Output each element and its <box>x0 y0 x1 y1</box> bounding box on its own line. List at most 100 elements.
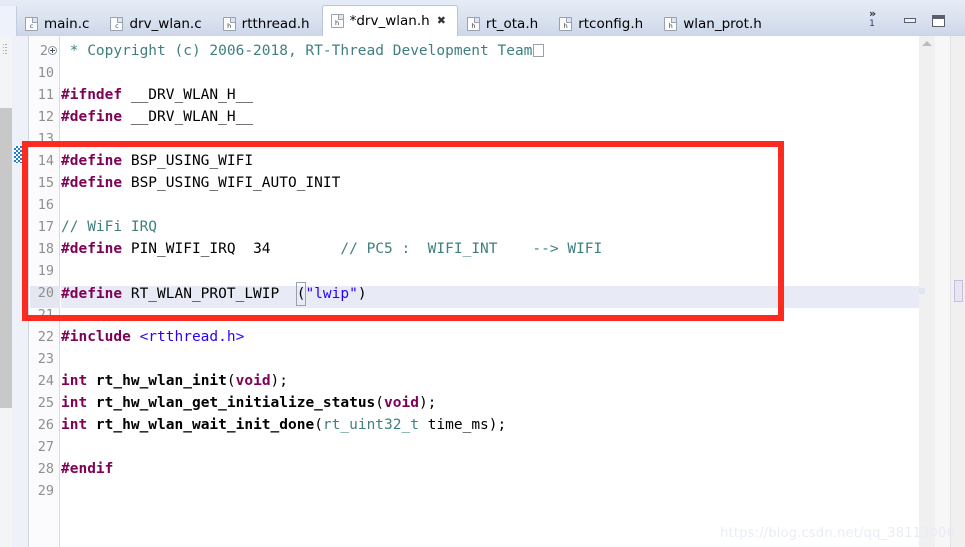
code-line-28[interactable]: #endif <box>61 458 113 480</box>
function-name-token: rt_hw_wlan_wait_init_done <box>87 417 315 433</box>
tab-main-c[interactable]: main.c <box>16 10 101 37</box>
paren-close-token: ); <box>418 395 437 411</box>
function-name-token: rt_hw_wlan_get_initialize_status <box>87 395 376 411</box>
tab-label: *drv_wlan.h <box>349 13 430 29</box>
collapsed-fold-icon[interactable] <box>533 44 545 57</box>
minimize-button[interactable] <box>903 14 919 28</box>
line-number: 13 <box>37 131 54 147</box>
comment-token: // PC5 : WIFI_INT --> WIFI <box>340 241 603 257</box>
line-number: 24 <box>37 373 54 389</box>
tab-drv-wlan-c[interactable]: drv_wlan.c <box>101 10 213 37</box>
preprocessor-token: #ifndef <box>61 87 123 103</box>
line-number: 26 <box>37 417 54 433</box>
preprocessor-token: #define <box>61 175 123 191</box>
comment-token: * Copyright (c) 2006-2018, RT-Thread Dev… <box>61 43 533 59</box>
macro-token: RT_WLAN_PROT_LWIP <box>122 286 297 302</box>
code-line-26[interactable]: int rt_hw_wlan_wait_init_done(rt_uint32_… <box>61 414 506 436</box>
code-line-15[interactable]: #define BSP_USING_WIFI_AUTO_INIT <box>61 172 340 194</box>
preprocessor-token: #endif <box>61 461 114 477</box>
scrollbar-outer-track[interactable] <box>950 36 965 547</box>
h-file-icon <box>559 17 573 31</box>
macro-token: __DRV_WLAN_H__ <box>122 87 254 103</box>
keyword-token: void <box>384 395 419 411</box>
paren-open-token: ( <box>314 417 323 433</box>
code-line-25[interactable]: int rt_hw_wlan_get_initialize_status(voi… <box>61 392 436 414</box>
tab-label: rtconfig.h <box>578 16 644 32</box>
tab-rtthread-h[interactable]: rtthread.h <box>214 10 322 37</box>
code-line-18[interactable]: #define PIN_WIFI_IRQ 34 // PC5 : WIFI_IN… <box>61 238 602 260</box>
preprocessor-token: #include <box>61 329 131 345</box>
line-number: 12 <box>37 109 54 125</box>
paren-open-token: ( <box>226 373 236 389</box>
h-file-icon <box>466 17 480 31</box>
line-number-gutter[interactable]: 2 10 11 12 13 14 15 16 17 18 19 20 21 22… <box>30 36 60 547</box>
watermark-text: https://blog.csdn.net/qq_38113006 <box>720 526 955 541</box>
code-area[interactable]: * Copyright (c) 2006-2018, RT-Thread Dev… <box>61 36 919 547</box>
line-number: 20 <box>37 285 54 301</box>
line-number: 10 <box>37 65 54 81</box>
number-token: 34 <box>253 241 271 257</box>
fold-expand-icon[interactable] <box>48 46 57 55</box>
overflow-count: 1 <box>869 19 875 29</box>
line-number: 29 <box>37 483 54 499</box>
code-line-11[interactable]: #ifndef __DRV_WLAN_H__ <box>61 84 253 106</box>
h-file-icon <box>222 17 236 31</box>
tab-overflow-chevron-icon[interactable]: » 1 <box>861 8 883 30</box>
drag-grip-icon[interactable] <box>3 42 8 56</box>
line-number: 11 <box>37 87 54 103</box>
code-line-24[interactable]: int rt_hw_wlan_init(void); <box>61 370 288 392</box>
function-name-token: rt_hw_wlan_init <box>87 373 227 389</box>
tab-rtconfig-h[interactable]: rtconfig.h <box>550 10 655 37</box>
view-scroll-track[interactable] <box>0 108 12 408</box>
c-file-icon <box>25 17 38 31</box>
tab-bar-left-edge <box>0 6 17 36</box>
overview-annotation-mark[interactable] <box>954 280 963 302</box>
code-line-14[interactable]: #define BSP_USING_WIFI <box>61 150 253 172</box>
line-number: 2 <box>39 43 48 59</box>
maximize-button[interactable] <box>931 14 947 28</box>
line-number: 21 <box>37 307 54 323</box>
changed-line-marker-icon <box>14 146 27 163</box>
line-number: 25 <box>37 395 54 411</box>
code-line-2[interactable]: * Copyright (c) 2006-2018, RT-Thread Dev… <box>61 40 545 62</box>
tab-drv-wlan-h-active[interactable]: *drv_wlan.h ✖ <box>321 5 458 36</box>
vertical-scrollbar[interactable] <box>935 36 950 547</box>
eclipse-editor-window: main.c drv_wlan.c rtthread.h *drv_wlan.h… <box>0 0 965 547</box>
paren-close-token: ); <box>270 373 289 389</box>
tab-label: rtthread.h <box>241 16 310 32</box>
macro-token: BSP_USING_WIFI <box>122 153 254 169</box>
chevron-double-right-icon: » <box>868 7 876 20</box>
keyword-token: void <box>235 373 271 389</box>
tab-label: main.c <box>44 16 90 32</box>
line-number: 28 <box>37 461 54 477</box>
scroll-up-arrow-icon[interactable] <box>922 41 932 46</box>
annotation-ruler[interactable] <box>12 36 29 547</box>
tab-label: drv_wlan.c <box>129 16 202 32</box>
paren-close-token: ) <box>357 286 367 302</box>
keyword-token: int <box>61 373 88 389</box>
code-line-17[interactable]: // WiFi IRQ <box>61 216 157 238</box>
line-number: 22 <box>37 329 54 345</box>
code-line-12[interactable]: #define __DRV_WLAN_H__ <box>61 106 253 128</box>
line-number: 14 <box>37 153 54 169</box>
preprocessor-token: #define <box>61 109 123 125</box>
macro-token: __DRV_WLAN_H__ <box>122 109 254 125</box>
editor-left-strip <box>0 36 12 547</box>
tab-wlan-prot-h[interactable]: wlan_prot.h <box>655 10 774 37</box>
code-line-20[interactable]: #define RT_WLAN_PROT_LWIP ("lwip") <box>61 282 367 306</box>
minimize-icon <box>904 18 916 23</box>
line-number: 27 <box>37 439 54 455</box>
current-line-ruler-mark <box>919 288 925 294</box>
keyword-token: int <box>61 417 88 433</box>
maximize-icon <box>932 15 945 27</box>
code-line-22[interactable]: #include <rtthread.h> <box>61 326 244 348</box>
source-editor[interactable]: 2 10 11 12 13 14 15 16 17 18 19 20 21 22… <box>0 36 965 547</box>
line-number: 23 <box>37 351 54 367</box>
tab-rt-ota-h[interactable]: rt_ota.h <box>458 10 550 37</box>
editor-right-rail[interactable] <box>919 36 965 547</box>
h-file-icon <box>664 17 678 31</box>
macro-token: BSP_USING_WIFI_AUTO_INIT <box>122 175 341 191</box>
close-icon[interactable]: ✖ <box>437 15 446 26</box>
type-token: rt_uint32_t <box>322 417 419 433</box>
string-token: "lwip" <box>305 286 358 302</box>
